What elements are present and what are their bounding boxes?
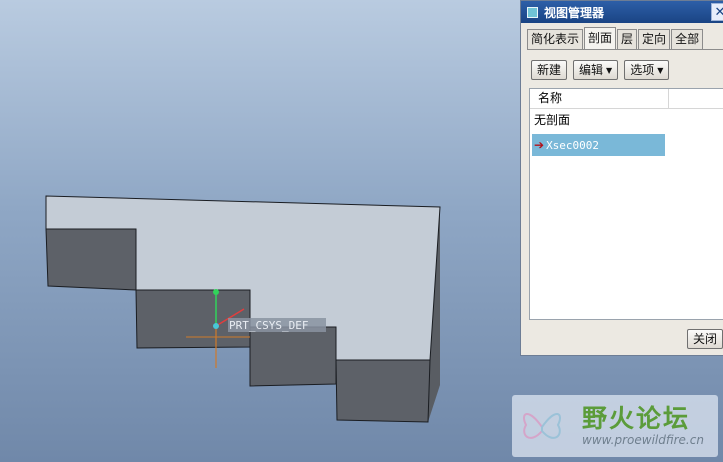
xsec-list[interactable]: 名称 无剖面 ➔ Xsec0002 <box>529 88 723 320</box>
watermark-title: 野火论坛 <box>582 404 691 433</box>
options-menu-button[interactable]: 选项 ▼ <box>624 60 670 80</box>
chevron-down-icon: ▼ <box>657 65 664 75</box>
tab-xsec[interactable]: 剖面 <box>584 27 617 49</box>
column-header-name[interactable]: 名称 <box>538 91 562 105</box>
edit-menu-button[interactable]: 编辑 ▼ <box>573 60 619 80</box>
list-item-label: Xsec0002 <box>546 139 600 152</box>
active-arrow-icon: ➔ <box>534 138 545 152</box>
list-header: 名称 <box>530 89 723 109</box>
butterfly-logo-icon <box>523 413 561 439</box>
model-step-face-4 <box>335 359 431 423</box>
model-step-face-1 <box>45 228 137 291</box>
new-button-label: 新建 <box>537 63 562 77</box>
watermark-url: www.proewildfire.cn <box>582 433 704 447</box>
close-button[interactable]: 关闭 <box>686 329 723 349</box>
chevron-down-icon: ▼ <box>606 65 613 75</box>
tab-all[interactable]: 全部 <box>671 29 704 49</box>
list-item-no-xsec[interactable]: 无剖面 <box>530 109 723 131</box>
csys-label: PRT_CSYS_DEF <box>229 319 308 332</box>
dialog-title-bar[interactable]: 视图管理器 ✕ <box>521 1 723 23</box>
edit-button-label: 编辑 <box>579 63 604 77</box>
tab-orient[interactable]: 定向 <box>638 29 671 49</box>
tab-layers[interactable]: 层 <box>617 29 638 49</box>
list-item-xsec0002[interactable]: ➔ Xsec0002 <box>532 134 665 156</box>
app-icon <box>527 6 538 18</box>
dialog-title: 视图管理器 <box>544 5 605 20</box>
options-button-label: 选项 <box>630 63 655 77</box>
tab-simplified-rep[interactable]: 简化表示 <box>527 29 584 49</box>
view-manager-dialog: 视图管理器 ✕ 简化表示 剖面 层 定向 全部 新建 编辑 ▼ 选项 ▼ 名称 无剖… <box>520 0 723 356</box>
panel-toolbar: 新建 编辑 ▼ 选项 ▼ <box>531 60 670 80</box>
xsec-panel: 新建 编辑 ▼ 选项 ▼ 名称 无剖面 ➔ Xsec0002 <box>527 49 723 329</box>
model-step-face-3 <box>249 326 337 387</box>
tab-strip: 简化表示 剖面 层 定向 全部 <box>527 27 704 49</box>
list-item-label: 无剖面 <box>534 113 571 127</box>
column-divider[interactable] <box>668 89 669 108</box>
close-icon[interactable]: ✕ <box>711 3 723 21</box>
new-button[interactable]: 新建 <box>531 60 568 80</box>
close-button-label: 关闭 <box>692 332 717 346</box>
forum-watermark: 野火论坛 www.proewildfire.cn <box>512 395 718 457</box>
